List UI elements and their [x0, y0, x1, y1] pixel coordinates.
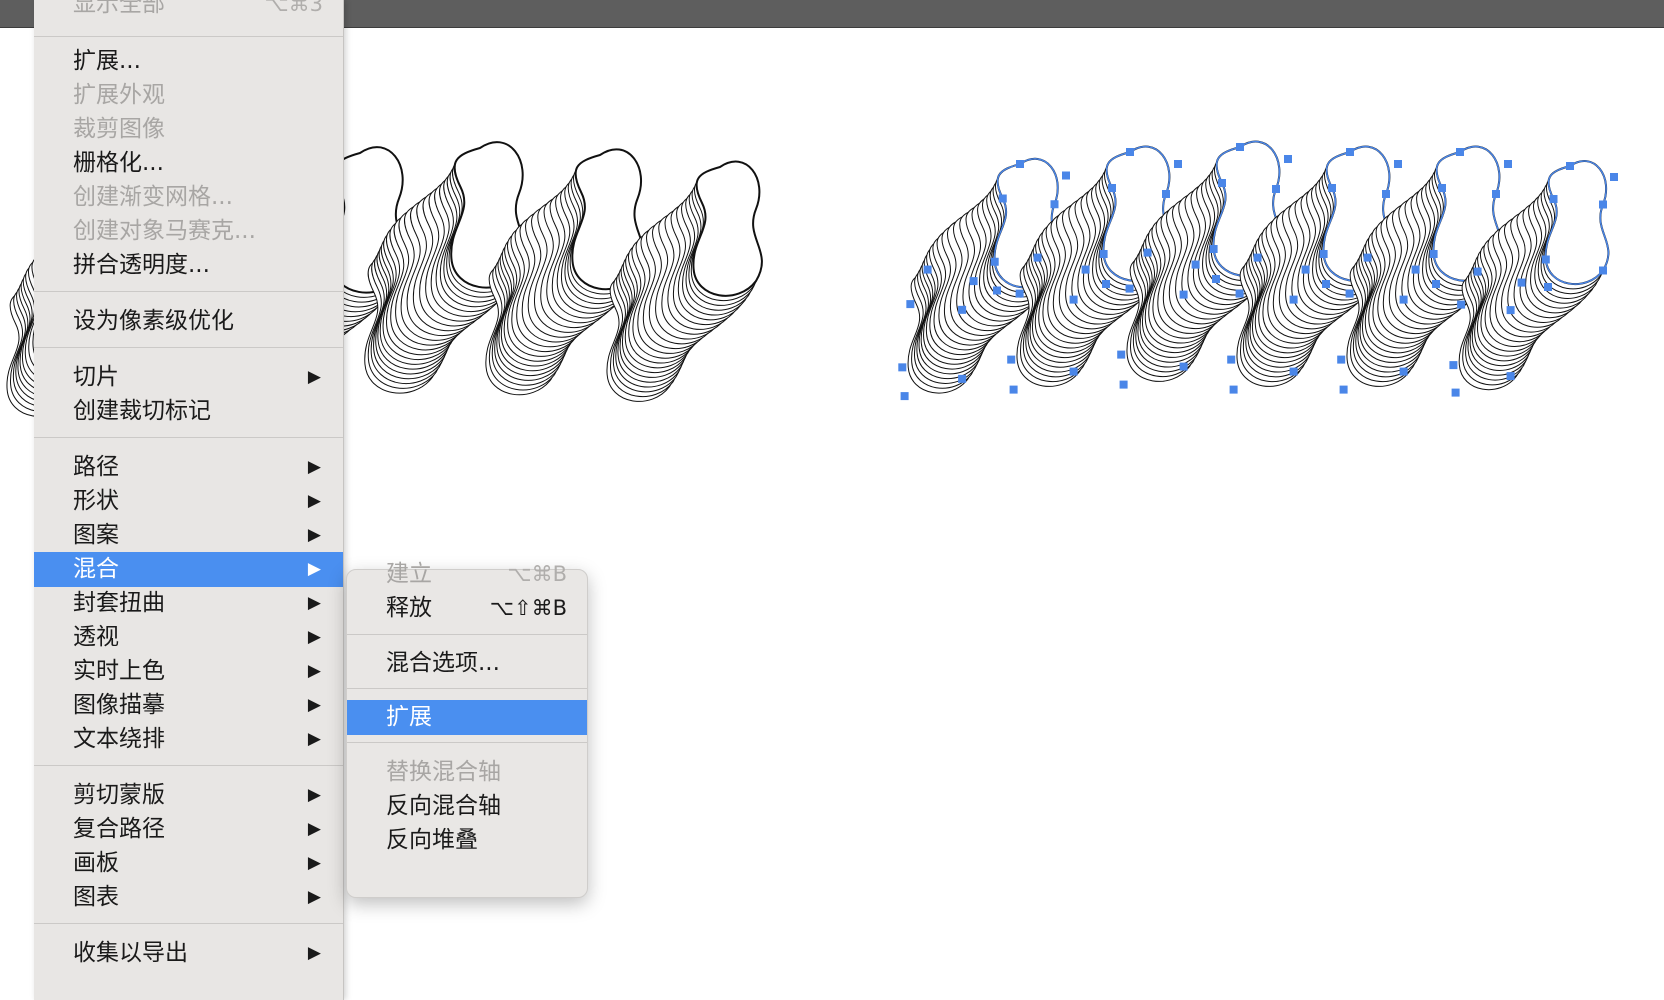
blend-item-4: 替换混合轴: [347, 755, 587, 790]
submenu-arrow-icon: ▶: [307, 525, 321, 545]
blend-item-0: 建立 ⌥⌘B: [347, 557, 587, 592]
menu-item-label: 混合: [73, 556, 119, 582]
object-item-21[interactable]: 画板 ▶: [34, 846, 343, 881]
menu-item-label: 反向堆叠: [386, 827, 478, 853]
menu-separator: [34, 291, 343, 292]
menu-item-label: 透视: [73, 624, 119, 650]
object-item-4: 创建渐变网格...: [34, 180, 343, 215]
submenu-arrow-icon: ▶: [307, 627, 321, 647]
menu-separator: [34, 36, 343, 37]
object-item-13[interactable]: 混合 ▶: [34, 552, 343, 587]
submenu-arrow-icon: ▶: [307, 559, 321, 579]
object-menu: 显示全部 ⌥⌘3 扩展... 扩展外观裁剪图像栅格化... 创建渐变网格... 创建对象马…: [34, 0, 344, 1000]
menu-item-label: 栅格化...: [73, 150, 164, 176]
submenu-arrow-icon: ▶: [307, 853, 321, 873]
object-item-3[interactable]: 栅格化...: [34, 146, 343, 181]
menu-item-label: 释放: [386, 595, 432, 621]
menu-item-label: 裁剪图像: [73, 116, 165, 142]
object-item-22[interactable]: 图表 ▶: [34, 880, 343, 915]
submenu-arrow-icon: ▶: [307, 943, 321, 963]
menu-separator: [347, 742, 587, 743]
blend-item-3[interactable]: 扩展: [347, 700, 587, 735]
blend-item-1[interactable]: 释放 ⌥⇧⌘B: [347, 591, 587, 626]
menu-item-label: 路径: [73, 454, 119, 480]
keyboard-shortcut: ⌥⌘3: [264, 0, 323, 16]
menu-separator: [34, 347, 343, 348]
menu-item-label: 文本绕排: [73, 726, 165, 752]
menu-item-label: 替换混合轴: [386, 759, 501, 785]
object-item-show-all: 显示全部 ⌥⌘3: [34, 0, 343, 22]
object-item-10[interactable]: 路径 ▶: [34, 450, 343, 485]
blend-artwork-selected[interactable]: [898, 140, 1618, 401]
object-item-15[interactable]: 透视 ▶: [34, 620, 343, 655]
menu-item-label: 复合路径: [73, 816, 165, 842]
blend-item-6[interactable]: 反向堆叠: [347, 823, 587, 858]
submenu-arrow-icon: ▶: [307, 593, 321, 613]
menu-separator: [34, 765, 343, 766]
menu-item-label: 拼合透明度...: [73, 252, 210, 278]
object-item-17[interactable]: 图像描摹 ▶: [34, 688, 343, 723]
object-item-12[interactable]: 图案 ▶: [34, 518, 343, 553]
blend-item-2[interactable]: 混合选项...: [347, 646, 587, 681]
submenu-arrow-icon: ▶: [307, 819, 321, 839]
object-item-5: 创建对象马赛克...: [34, 214, 343, 249]
object-item-16[interactable]: 实时上色 ▶: [34, 654, 343, 689]
menu-item-label: 实时上色: [73, 658, 165, 684]
menu-item-label: 扩展外观: [73, 82, 165, 108]
object-item-11[interactable]: 形状 ▶: [34, 484, 343, 519]
submenu-arrow-icon: ▶: [307, 491, 321, 511]
blend-item-5[interactable]: 反向混合轴: [347, 789, 587, 824]
menu-item-label: 反向混合轴: [386, 793, 501, 819]
menu-item-label: 扩展...: [73, 48, 141, 74]
menu-item-label: 图表: [73, 884, 119, 910]
submenu-arrow-icon: ▶: [307, 457, 321, 477]
keyboard-shortcut: ⌥⌘B: [507, 562, 567, 586]
menu-separator: [347, 634, 587, 635]
menu-item-label: 形状: [73, 488, 119, 514]
menu-item-label: 收集以导出: [73, 940, 188, 966]
submenu-arrow-icon: ▶: [307, 661, 321, 681]
menu-separator: [34, 437, 343, 438]
menu-item-label: 画板: [73, 850, 119, 876]
menu-item-label: 设为像素级优化: [73, 308, 234, 334]
submenu-arrow-icon: ▶: [307, 367, 321, 387]
object-item-6[interactable]: 拼合透明度...: [34, 248, 343, 283]
object-item-1: 扩展外观: [34, 78, 343, 113]
menu-item-label: 创建对象马赛克...: [73, 218, 256, 244]
menu-item-label: 建立: [386, 561, 432, 587]
menu-item-label: 创建渐变网格...: [73, 184, 233, 210]
menu-item-label: 切片: [73, 364, 119, 390]
keyboard-shortcut: ⌥⇧⌘B: [489, 596, 567, 620]
submenu-arrow-icon: ▶: [307, 887, 321, 907]
menu-item-label: 显示全部: [73, 0, 165, 17]
object-item-8[interactable]: 切片 ▶: [34, 360, 343, 395]
object-item-7[interactable]: 设为像素级优化: [34, 304, 343, 339]
menu-item-label: 封套扭曲: [73, 590, 165, 616]
menu-separator: [34, 923, 343, 924]
menu-item-label: 混合选项...: [386, 650, 500, 676]
submenu-arrow-icon: ▶: [307, 785, 321, 805]
menu-item-label: 图像描摹: [73, 692, 165, 718]
object-item-0[interactable]: 扩展...: [34, 44, 343, 79]
menu-item-label: 扩展: [386, 704, 432, 730]
object-item-18[interactable]: 文本绕排 ▶: [34, 722, 343, 757]
submenu-arrow-icon: ▶: [307, 729, 321, 749]
object-item-23[interactable]: 收集以导出 ▶: [34, 936, 343, 971]
object-item-2: 裁剪图像: [34, 112, 343, 147]
object-item-9[interactable]: 创建裁切标记: [34, 394, 343, 429]
object-item-19[interactable]: 剪切蒙版 ▶: [34, 778, 343, 813]
submenu-arrow-icon: ▶: [307, 695, 321, 715]
object-item-20[interactable]: 复合路径 ▶: [34, 812, 343, 847]
menu-separator: [347, 688, 587, 689]
menu-item-label: 剪切蒙版: [73, 782, 165, 808]
blend-submenu: 建立 ⌥⌘B 释放 ⌥⇧⌘B 混合选项... 扩展替换混合轴反向混合轴反向堆叠: [346, 561, 588, 898]
object-item-14[interactable]: 封套扭曲 ▶: [34, 586, 343, 621]
menu-item-label: 创建裁切标记: [73, 398, 211, 424]
menu-item-label: 图案: [73, 522, 119, 548]
